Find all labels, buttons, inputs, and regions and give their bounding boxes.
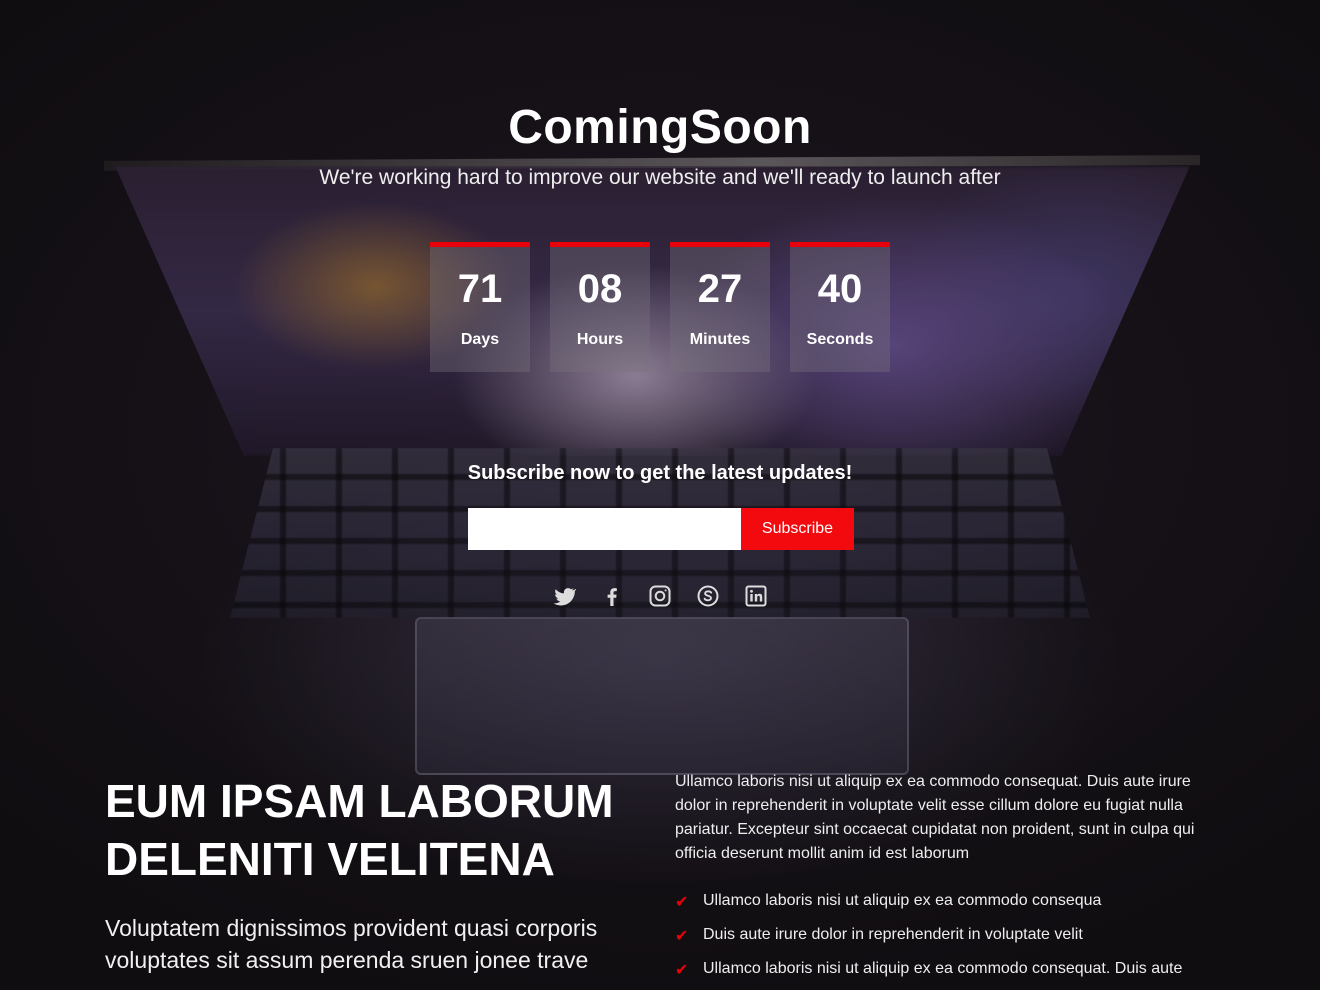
facebook-icon[interactable] xyxy=(600,584,624,608)
feature-list: ✔ Ullamco laboris nisi ut aliquip ex ea … xyxy=(675,892,1235,990)
skype-icon[interactable] xyxy=(696,584,720,608)
countdown-label: Minutes xyxy=(689,331,751,348)
about-heading-line1: EUM IPSAM LABORUM xyxy=(105,775,614,827)
check-icon: ✔ xyxy=(675,894,689,911)
list-item: ✔ Ullamco laboris nisi ut aliquip ex ea … xyxy=(675,960,1235,990)
about-heading-line2: DELENITI VELITENA xyxy=(105,833,555,885)
countdown-label: Days xyxy=(460,331,500,348)
page-subtitle: We're working hard to improve our websit… xyxy=(319,166,1001,189)
countdown-label: Hours xyxy=(576,331,624,348)
list-item: ✔ Ullamco laboris nisi ut aliquip ex ea … xyxy=(675,892,1235,926)
countdown-label: Seconds xyxy=(806,331,874,348)
countdown-timer: 71 Days 08 Hours 27 Minutes 40 Seconds xyxy=(430,242,890,372)
social-links xyxy=(552,584,768,608)
countdown-value: 08 xyxy=(577,267,623,311)
check-icon: ✔ xyxy=(675,928,689,945)
email-input[interactable] xyxy=(468,508,741,550)
countdown-days: 71 Days xyxy=(430,242,530,372)
countdown-value: 27 xyxy=(697,267,743,311)
list-item-text: Ullamco laboris nisi ut aliquip ex ea co… xyxy=(703,892,1102,909)
page-title: ComingSoon xyxy=(508,101,812,154)
instagram-icon[interactable] xyxy=(648,584,672,608)
countdown-hours: 08 Hours xyxy=(550,242,650,372)
subscribe-heading: Subscribe now to get the latest updates! xyxy=(467,462,853,484)
about-paragraph: Ullamco laboris nisi ut aliquip ex ea co… xyxy=(675,773,1195,862)
countdown-minutes: 27 Minutes xyxy=(670,242,770,372)
about-lead: Voluptatem dignissimos provident quasi c… xyxy=(105,915,598,973)
countdown-value: 40 xyxy=(817,267,863,311)
linkedin-icon[interactable] xyxy=(744,584,768,608)
about-heading: EUM IPSAM LABORUM DELENITI VELITENA xyxy=(105,772,665,888)
list-item-text: Duis aute irure dolor in reprehenderit i… xyxy=(703,926,1083,943)
list-item-text: Ullamco laboris nisi ut aliquip ex ea co… xyxy=(703,960,1183,977)
subscribe-button[interactable]: Subscribe xyxy=(741,508,854,550)
twitter-icon[interactable] xyxy=(552,584,576,608)
countdown-seconds: 40 Seconds xyxy=(790,242,890,372)
check-icon: ✔ xyxy=(675,962,689,979)
countdown-value: 71 xyxy=(457,267,503,311)
coming-soon-page: ComingSoon We're working hard to improve… xyxy=(0,0,1320,990)
subscribe-form: Subscribe xyxy=(468,508,854,550)
list-item: ✔ Duis aute irure dolor in reprehenderit… xyxy=(675,926,1235,960)
